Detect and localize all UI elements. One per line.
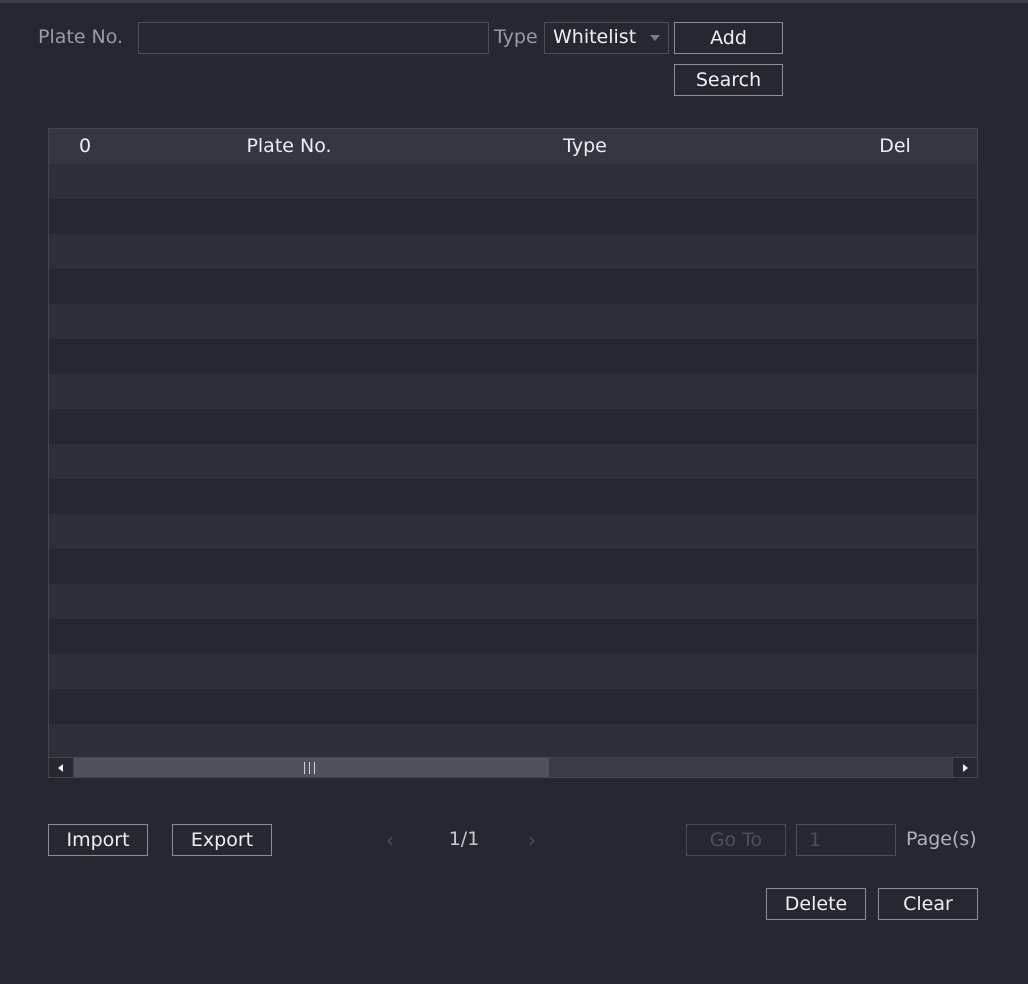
table-row [49, 199, 977, 234]
page-number-input[interactable]: 1 [796, 824, 896, 856]
table-row [49, 444, 977, 479]
caret-down-icon [650, 35, 660, 41]
clear-button[interactable]: Clear [878, 888, 978, 920]
top-divider [0, 0, 1028, 3]
add-button[interactable]: Add [674, 22, 783, 54]
column-header-plate-no: Plate No. [246, 135, 332, 157]
plate-table: 0 Plate No. Type Del [48, 128, 978, 778]
table-row [49, 164, 977, 199]
import-button[interactable]: Import [48, 824, 148, 856]
column-header-count: 0 [78, 135, 92, 157]
table-row [49, 584, 977, 619]
table-row [49, 339, 977, 374]
scrollbar-thumb[interactable] [74, 758, 549, 777]
export-button[interactable]: Export [172, 824, 272, 856]
search-button[interactable]: Search [674, 64, 783, 96]
plate-no-label: Plate No. [38, 26, 124, 48]
chevron-right-icon[interactable]: › [528, 826, 536, 854]
horizontal-scrollbar[interactable] [49, 757, 977, 777]
table-row [49, 374, 977, 409]
table-row [49, 654, 977, 689]
table-row [49, 514, 977, 549]
table-row [49, 689, 977, 724]
type-select[interactable]: Whitelist [544, 22, 669, 54]
scroll-right-button[interactable] [952, 758, 977, 777]
table-header: 0 Plate No. Type Del [49, 129, 977, 165]
column-header-type: Type [563, 135, 607, 157]
table-body [49, 164, 977, 759]
chevron-left-icon[interactable]: ‹ [386, 826, 394, 854]
table-row [49, 619, 977, 654]
table-row [49, 409, 977, 444]
table-row [49, 724, 977, 759]
type-select-value: Whitelist [553, 26, 637, 48]
page-indicator: 1/1 [448, 828, 480, 850]
triangle-right-icon [963, 764, 968, 772]
grip-icon [304, 762, 318, 774]
table-row [49, 269, 977, 304]
delete-button[interactable]: Delete [766, 888, 866, 920]
table-row [49, 479, 977, 514]
triangle-left-icon [58, 764, 63, 772]
pages-label: Page(s) [906, 828, 977, 850]
type-label: Type [494, 26, 538, 48]
column-header-del: Del [879, 135, 911, 157]
go-to-button[interactable]: Go To [686, 824, 786, 856]
table-row [49, 234, 977, 269]
scroll-left-button[interactable] [49, 758, 74, 777]
plate-no-input[interactable] [138, 22, 489, 54]
table-row [49, 304, 977, 339]
table-row [49, 549, 977, 584]
